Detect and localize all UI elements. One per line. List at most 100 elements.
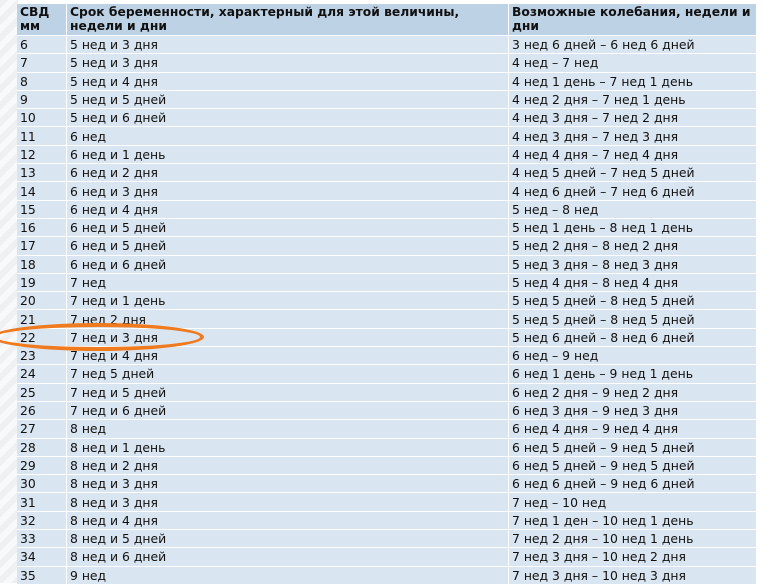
table-row: 18 6 нед и 6 дней 5 нед 3 дня – 8 нед 3 дн… <box>17 255 757 274</box>
table-row: 14 6 нед и 3 дня 4 нед 6 дней – 7 нед 6 дн… <box>17 182 757 201</box>
table-row: 35 9 нед 7 нед 3 дня – 10 нед 3 дня <box>17 566 757 585</box>
cell-svd-mm: 19 <box>17 273 67 293</box>
cell-gestational-age: 7 нед и 3 дня <box>67 328 509 348</box>
cell-possible-range: 5 нед 5 дней – 8 нед 5 дней <box>509 310 757 329</box>
cell-possible-range: 5 нед 5 дней – 8 нед 5 дней <box>509 292 757 311</box>
table-row: 17 6 нед и 5 дней 5 нед 2 дня – 8 нед 2 дн… <box>17 237 757 256</box>
cell-gestational-age: 7 нед и 5 дней <box>67 383 509 402</box>
cell-svd-mm: 11 <box>17 127 67 146</box>
cell-gestational-age: 7 нед <box>67 273 509 293</box>
cell-possible-range: 4 нед 2 дня – 7 нед 1 день <box>509 90 757 110</box>
cell-svd-mm: 26 <box>17 401 67 421</box>
cell-possible-range: 3 нед 6 дней – 6 нед 6 дней <box>509 36 757 55</box>
cell-possible-range: 7 нед 2 дня – 10 нед 1 день <box>509 530 757 549</box>
cell-gestational-age: 6 нед и 2 дня <box>67 164 509 183</box>
table-row: 20 7 нед и 1 день 5 нед 5 дней – 8 нед 5 д… <box>17 292 757 311</box>
cell-gestational-age: 5 нед и 3 дня <box>67 54 509 73</box>
cell-gestational-age: 6 нед и 4 дня <box>67 200 509 219</box>
table-row: 15 6 нед и 4 дня 5 нед – 8 нед <box>17 200 757 219</box>
cell-possible-range: 5 нед 1 день – 8 нед 1 день <box>509 218 757 238</box>
cell-possible-range: 4 нед 5 дней – 7 нед 5 дней <box>509 164 757 183</box>
cell-gestational-age: 6 нед и 6 дней <box>67 255 509 274</box>
cell-svd-mm: 32 <box>17 511 67 531</box>
table-row: 95 нед и 5 дней 4 нед 2 дня – 7 нед 1 ден… <box>17 90 757 110</box>
background-pattern <box>0 0 18 583</box>
cell-gestational-age: 8 нед и 3 дня <box>67 493 509 512</box>
table-row: 21 7 нед 2 дня 5 нед 5 дней – 8 нед 5 дней <box>17 310 757 329</box>
cell-gestational-age: 5 нед и 5 дней <box>67 90 509 110</box>
table-row: 85 нед и 4 дня 4 нед 1 день – 7 нед 1 ден… <box>17 72 757 91</box>
table-row: 25 7 нед и 5 дней 6 нед 2 дня – 9 нед 2 дн… <box>17 383 757 402</box>
cell-svd-mm: 21 <box>17 310 67 329</box>
header-row: СВД мм Срок беременности, характерный дл… <box>17 4 757 36</box>
cell-svd-mm: 31 <box>17 493 67 512</box>
table-row: 33 8 нед и 5 дней 7 нед 2 дня – 10 нед 1 д… <box>17 530 757 549</box>
cell-svd-mm: 34 <box>17 548 67 567</box>
table-row: 65 нед и 3 дня 3 нед 6 дней – 6 нед 6 дне… <box>17 36 757 55</box>
cell-svd-mm: 20 <box>17 292 67 311</box>
table-row: 11 6 нед 4 нед 3 дня – 7 нед 3 дня <box>17 127 757 146</box>
cell-svd-mm: 29 <box>17 456 67 476</box>
cell-possible-range: 5 нед 4 дня – 8 нед 4 дня <box>509 273 757 293</box>
cell-svd-mm: 9 <box>17 90 67 110</box>
cell-svd-mm: 23 <box>17 347 67 366</box>
cell-svd-mm: 22 <box>17 328 67 348</box>
cell-gestational-age: 8 нед и 3 дня <box>67 475 509 494</box>
table-row: 12 6 нед и 1 день 4 нед 4 дня – 7 нед 4 дн… <box>17 145 757 165</box>
cell-svd-mm: 10 <box>17 109 67 128</box>
header-gestational-age: Срок беременности, характерный для этой … <box>67 4 509 36</box>
cell-gestational-age: 7 нед и 4 дня <box>67 347 509 366</box>
table-row: 23 7 нед и 4 дня 6 нед – 9 нед <box>17 347 757 366</box>
cell-svd-mm: 7 <box>17 54 67 73</box>
cell-gestational-age: 8 нед и 2 дня <box>67 456 509 476</box>
cell-possible-range: 6 нед 3 дня – 9 нед 3 дня <box>509 401 757 421</box>
table-row: 24 7 нед 5 дней 6 нед 1 день – 9 нед 1 ден… <box>17 365 757 384</box>
table-header: СВД мм Срок беременности, характерный дл… <box>17 4 757 36</box>
cell-svd-mm: 13 <box>17 164 67 183</box>
table-row: 28 8 нед и 1 день 6 нед 5 дней – 9 нед 5 д… <box>17 438 757 457</box>
table-row: 10 5 нед и 6 дней 4 нед 3 дня – 7 нед 2 дн… <box>17 109 757 128</box>
cell-gestational-age: 6 нед <box>67 127 509 146</box>
table-body: 65 нед и 3 дня 3 нед 6 дней – 6 нед 6 дне… <box>17 36 757 585</box>
cell-gestational-age: 8 нед <box>67 420 509 439</box>
table-row: 31 8 нед и 3 дня 7 нед – 10 нед <box>17 493 757 512</box>
cell-svd-mm: 12 <box>17 145 67 165</box>
cell-gestational-age: 6 нед и 5 дней <box>67 237 509 256</box>
cell-gestational-age: 8 нед и 4 дня <box>67 511 509 531</box>
cell-possible-range: 7 нед 3 дня – 10 нед 3 дня <box>509 566 757 585</box>
cell-gestational-age: 7 нед 5 дней <box>67 365 509 384</box>
cell-svd-mm: 17 <box>17 237 67 256</box>
cell-possible-range: 4 нед 6 дней – 7 нед 6 дней <box>509 182 757 201</box>
cell-svd-mm: 15 <box>17 200 67 219</box>
cell-gestational-age: 5 нед и 4 дня <box>67 72 509 91</box>
cell-gestational-age: 7 нед 2 дня <box>67 310 509 329</box>
table-row: 13 6 нед и 2 дня 4 нед 5 дней – 7 нед 5 дн… <box>17 164 757 183</box>
cell-gestational-age: 6 нед и 3 дня <box>67 182 509 201</box>
cell-possible-range: 6 нед 6 дней – 9 нед 6 дней <box>509 475 757 494</box>
cell-svd-mm: 6 <box>17 36 67 55</box>
cell-possible-range: 6 нед 5 дней – 9 нед 5 дней <box>509 438 757 457</box>
table-row: 22 7 нед и 3 дня 5 нед 6 дней – 8 нед 6 дн… <box>17 328 757 348</box>
cell-gestational-age: 8 нед и 1 день <box>67 438 509 457</box>
cell-svd-mm: 35 <box>17 566 67 585</box>
table-row: 26 7 нед и 6 дней 6 нед 3 дня – 9 нед 3 дн… <box>17 401 757 421</box>
table-row: 19 7 нед 5 нед 4 дня – 8 нед 4 дня <box>17 273 757 293</box>
cell-possible-range: 7 нед 1 ден – 10 нед 1 день <box>509 511 757 531</box>
table-row: 16 6 нед и 5 дней 5 нед 1 день – 8 нед 1 д… <box>17 218 757 238</box>
table-row: 34 8 нед и 6 дней 7 нед 3 дня – 10 нед 2 д… <box>17 548 757 567</box>
cell-gestational-age: 7 нед и 6 дней <box>67 401 509 421</box>
cell-possible-range: 7 нед 3 дня – 10 нед 2 дня <box>509 548 757 567</box>
cell-svd-mm: 8 <box>17 72 67 91</box>
cell-gestational-age: 9 нед <box>67 566 509 585</box>
cell-svd-mm: 25 <box>17 383 67 402</box>
cell-svd-mm: 30 <box>17 475 67 494</box>
cell-svd-mm: 28 <box>17 438 67 457</box>
cell-possible-range: 5 нед 6 дней – 8 нед 6 дней <box>509 328 757 348</box>
cell-possible-range: 5 нед 3 дня – 8 нед 3 дня <box>509 255 757 274</box>
cell-possible-range: 6 нед 2 дня – 9 нед 2 дня <box>509 383 757 402</box>
cell-possible-range: 4 нед 3 дня – 7 нед 2 дня <box>509 109 757 128</box>
cell-possible-range: 4 нед 3 дня – 7 нед 3 дня <box>509 127 757 146</box>
cell-possible-range: 4 нед 4 дня – 7 нед 4 дня <box>509 145 757 165</box>
cell-gestational-age: 6 нед и 5 дней <box>67 218 509 238</box>
cell-gestational-age: 8 нед и 6 дней <box>67 548 509 567</box>
